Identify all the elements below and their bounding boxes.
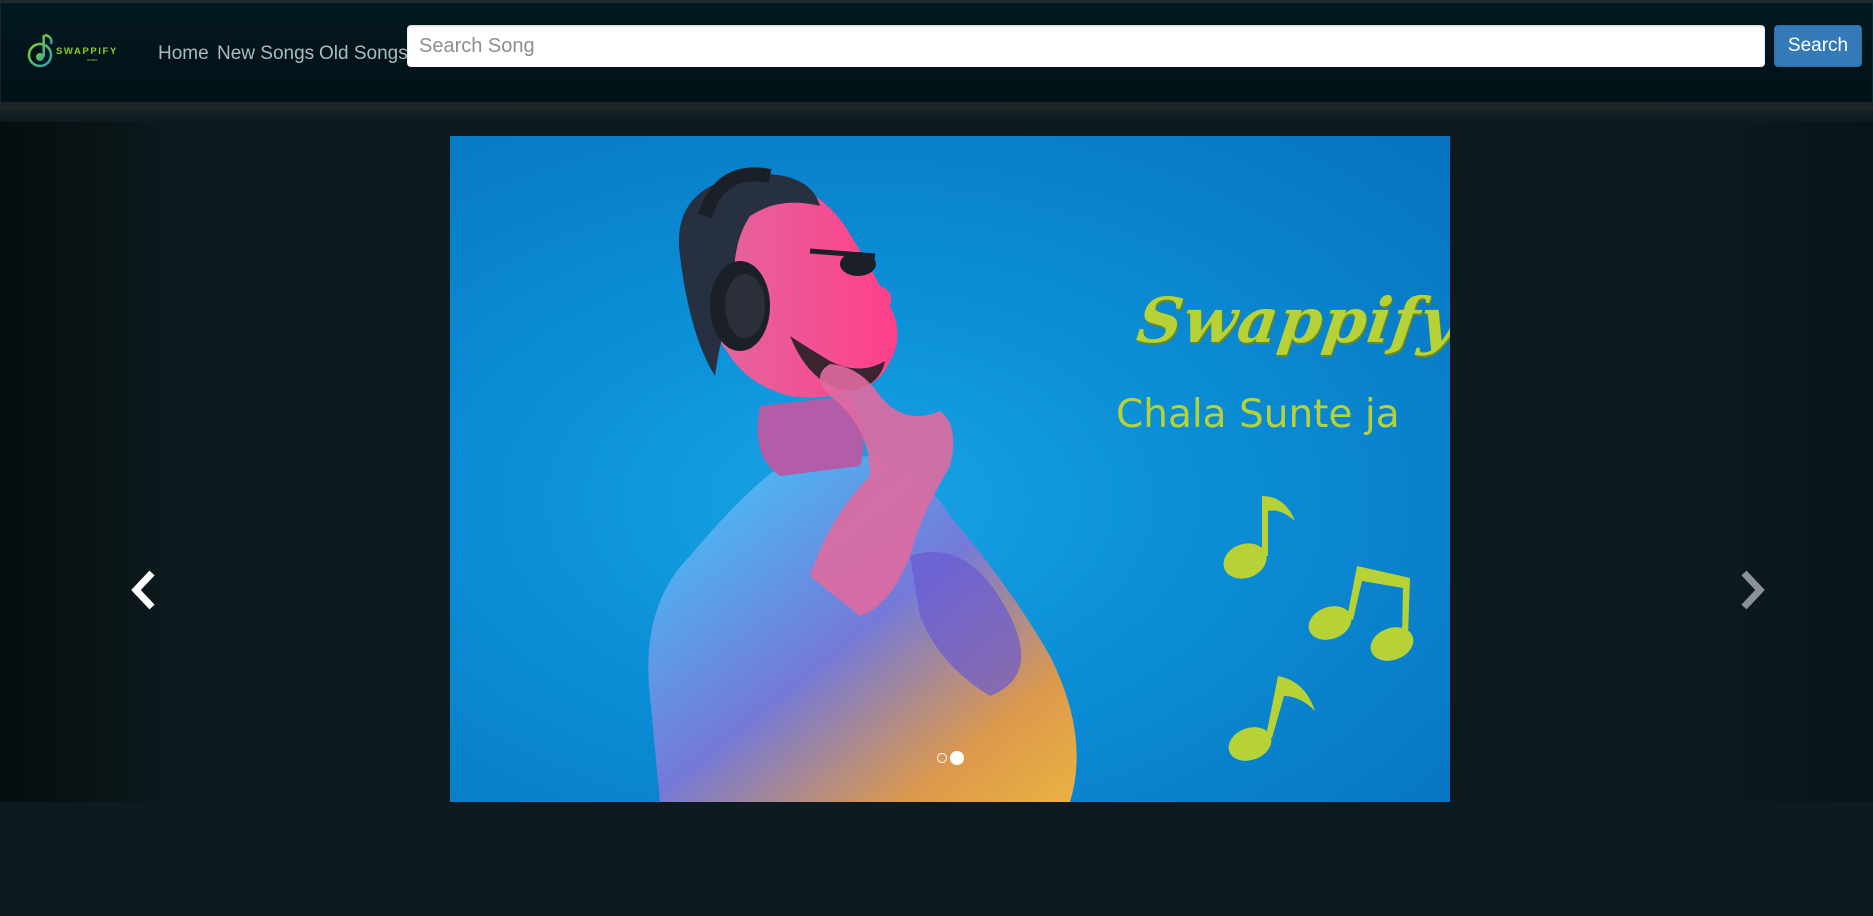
divider <box>0 102 1873 110</box>
nav-old-songs-link[interactable]: Old Songs <box>319 43 408 65</box>
carousel-prev-region[interactable] <box>0 122 190 802</box>
carousel-indicator-1[interactable] <box>937 753 947 763</box>
nav-new-songs-link[interactable]: New Songs <box>217 43 314 65</box>
svg-text:SWAPPIFY: SWAPPIFY <box>56 46 118 57</box>
svg-text:music: music <box>87 57 97 62</box>
carousel-indicators <box>937 750 964 766</box>
carousel-next-button[interactable] <box>1738 567 1768 613</box>
carousel-next-region[interactable] <box>1683 122 1873 802</box>
carousel-indicator-2[interactable] <box>950 751 964 765</box>
navbar: SWAPPIFY music Home New Songs Old Songs … <box>0 3 1873 103</box>
music-notes-graphic <box>1223 496 1414 761</box>
hero-carousel: Swappify Chala Sunte ja <box>0 122 1873 802</box>
carousel-slide: Swappify Chala Sunte ja <box>450 136 1450 802</box>
brand-logo[interactable]: SWAPPIFY music <box>27 31 137 71</box>
music-note-icon: SWAPPIFY music <box>27 33 118 68</box>
search-input[interactable] <box>407 25 1765 67</box>
carousel-prev-button[interactable] <box>128 567 158 613</box>
divider-shade <box>0 110 1873 122</box>
chevron-left-icon <box>131 570 155 610</box>
nav-home-link[interactable]: Home <box>158 43 209 65</box>
search-button[interactable]: Search <box>1774 25 1862 67</box>
chevron-right-icon <box>1741 570 1765 610</box>
